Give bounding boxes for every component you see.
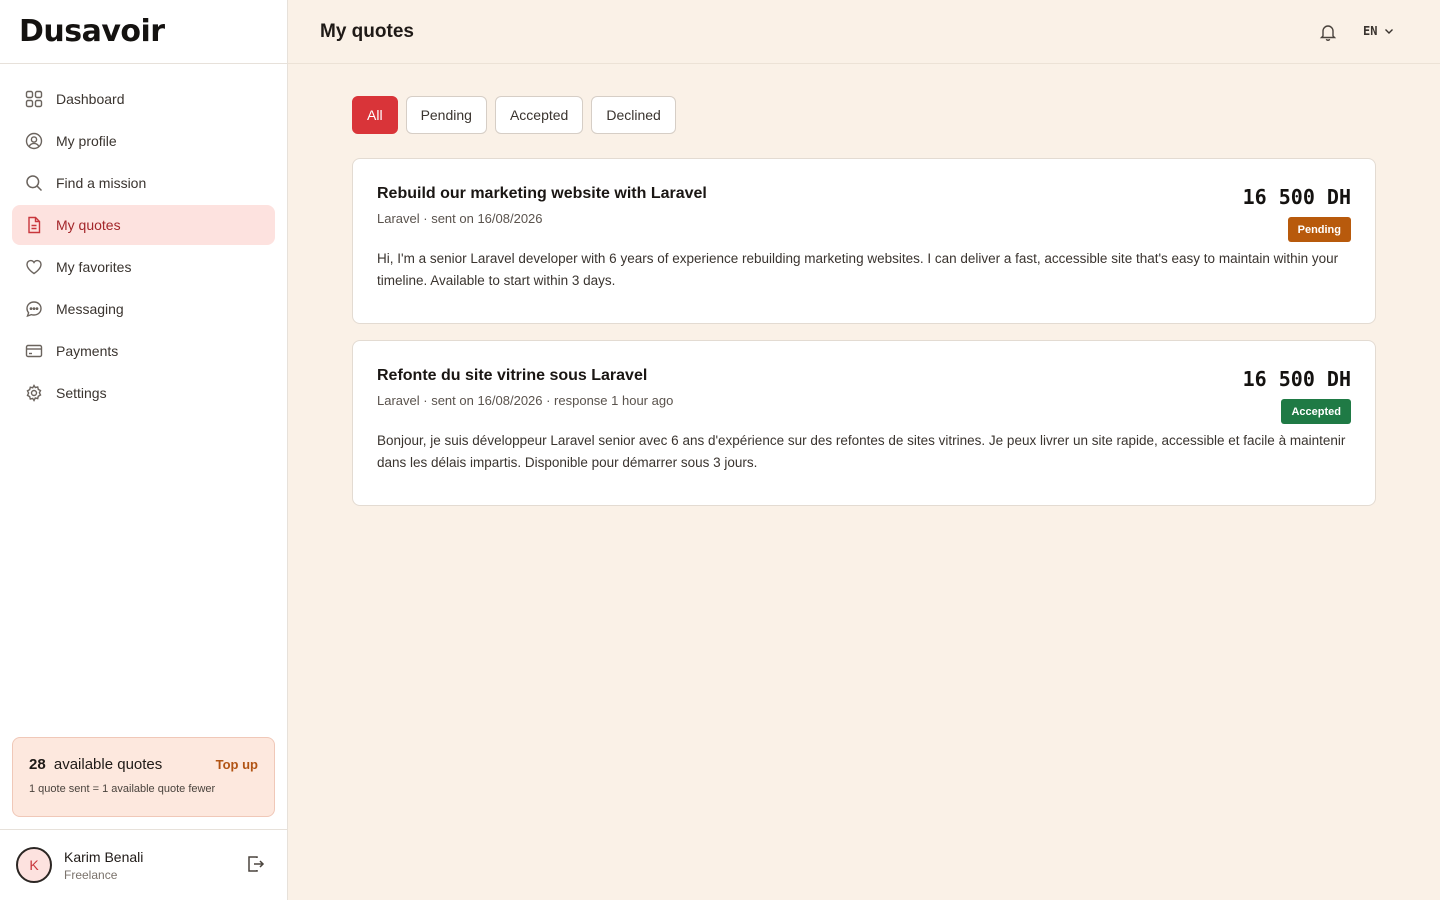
quote-card[interactable]: Rebuild our marketing website with Larav… xyxy=(352,158,1376,324)
quote-title: Refonte du site vitrine sous Laravel xyxy=(377,367,648,384)
language-label: EN xyxy=(1363,24,1378,38)
sidebar-item-my-quotes[interactable]: My quotes xyxy=(12,205,275,245)
quote-meta: Laravel · sent on 16/08/2026 xyxy=(377,211,543,226)
avatar[interactable]: K xyxy=(16,847,52,883)
page-title: My quotes xyxy=(320,20,414,42)
credits-label: available quotes xyxy=(53,756,163,773)
sidebar-item-label: Messaging xyxy=(56,301,124,317)
document-icon xyxy=(24,215,44,235)
sidebar-item-label: Payments xyxy=(56,343,119,359)
credits-count: 28 xyxy=(29,756,46,773)
filter-all[interactable]: All xyxy=(352,96,398,134)
user-panel: K Karim Benali Freelance xyxy=(0,829,287,900)
filter-declined[interactable]: Declined xyxy=(591,96,676,134)
sidebar-item-my-profile[interactable]: My profile xyxy=(12,121,275,161)
quote-description: Bonjour, je suis développeur Laravel sen… xyxy=(377,433,1346,470)
sidebar-item-label: My profile xyxy=(56,133,117,149)
sidebar-item-label: Find a mission xyxy=(56,175,147,191)
chevron-down-icon xyxy=(1385,29,1394,34)
chat-bubble-icon xyxy=(24,299,44,319)
brand-logo[interactable]: Dusavoir xyxy=(19,14,165,49)
quote-title: Rebuild our marketing website with Larav… xyxy=(377,185,707,202)
filter-accepted[interactable]: Accepted xyxy=(494,96,584,134)
status-filter-tabs: All Pending Accepted Declined xyxy=(352,96,684,134)
sidebar: Dusavoir Dashboard My profile Find a mis… xyxy=(0,0,288,900)
quote-amount: 16 500 DH xyxy=(1242,185,1351,209)
credit-card-icon xyxy=(24,341,44,361)
brand: Dusavoir xyxy=(0,0,287,64)
sidebar-item-label: My favorites xyxy=(56,259,132,275)
sidebar-item-label: Settings xyxy=(56,385,107,401)
quote-description: Hi, I'm a senior Laravel developer with … xyxy=(377,251,1339,288)
dashboard-grid-icon xyxy=(24,89,44,109)
sidebar-item-label: Dashboard xyxy=(56,91,125,107)
search-icon xyxy=(24,173,44,193)
credits-note: 1 quote sent = 1 available quote fewer xyxy=(29,783,216,795)
filter-pending[interactable]: Pending xyxy=(405,96,487,134)
quote-meta: Laravel · sent on 16/08/2026 · response … xyxy=(377,393,674,408)
heart-icon xyxy=(24,257,44,277)
user-circle-icon xyxy=(24,131,44,151)
bell-icon[interactable] xyxy=(1318,22,1338,47)
user-role: Freelance xyxy=(64,867,118,882)
language-selector[interactable]: EN xyxy=(1363,24,1395,38)
logout-icon[interactable] xyxy=(245,854,265,879)
sidebar-item-my-favorites[interactable]: My favorites xyxy=(12,247,275,287)
sidebar-item-payments[interactable]: Payments xyxy=(12,331,275,371)
sidebar-item-label: My quotes xyxy=(56,217,121,233)
sidebar-item-settings[interactable]: Settings xyxy=(12,373,275,413)
sidebar-item-find-a-mission[interactable]: Find a mission xyxy=(12,163,275,203)
quote-card[interactable]: Refonte du site vitrine sous Laravel Lar… xyxy=(352,340,1376,506)
sidebar-item-dashboard[interactable]: Dashboard xyxy=(12,79,275,119)
quote-amount: 16 500 DH xyxy=(1242,367,1351,391)
quote-credits-card: 28 available quotes Top up 1 quote sent … xyxy=(12,737,275,817)
top-header: My quotes EN xyxy=(288,0,1440,64)
credits-summary: 28 available quotes xyxy=(29,756,162,773)
user-name: Karim Benali xyxy=(64,848,144,865)
top-up-link[interactable]: Top up xyxy=(216,757,258,772)
sidebar-nav: Dashboard My profile Find a mission My q… xyxy=(0,64,287,413)
status-badge: Pending xyxy=(1287,217,1351,242)
gear-icon xyxy=(24,383,44,403)
sidebar-item-messaging[interactable]: Messaging xyxy=(12,289,275,329)
status-badge: Accepted xyxy=(1281,399,1351,424)
